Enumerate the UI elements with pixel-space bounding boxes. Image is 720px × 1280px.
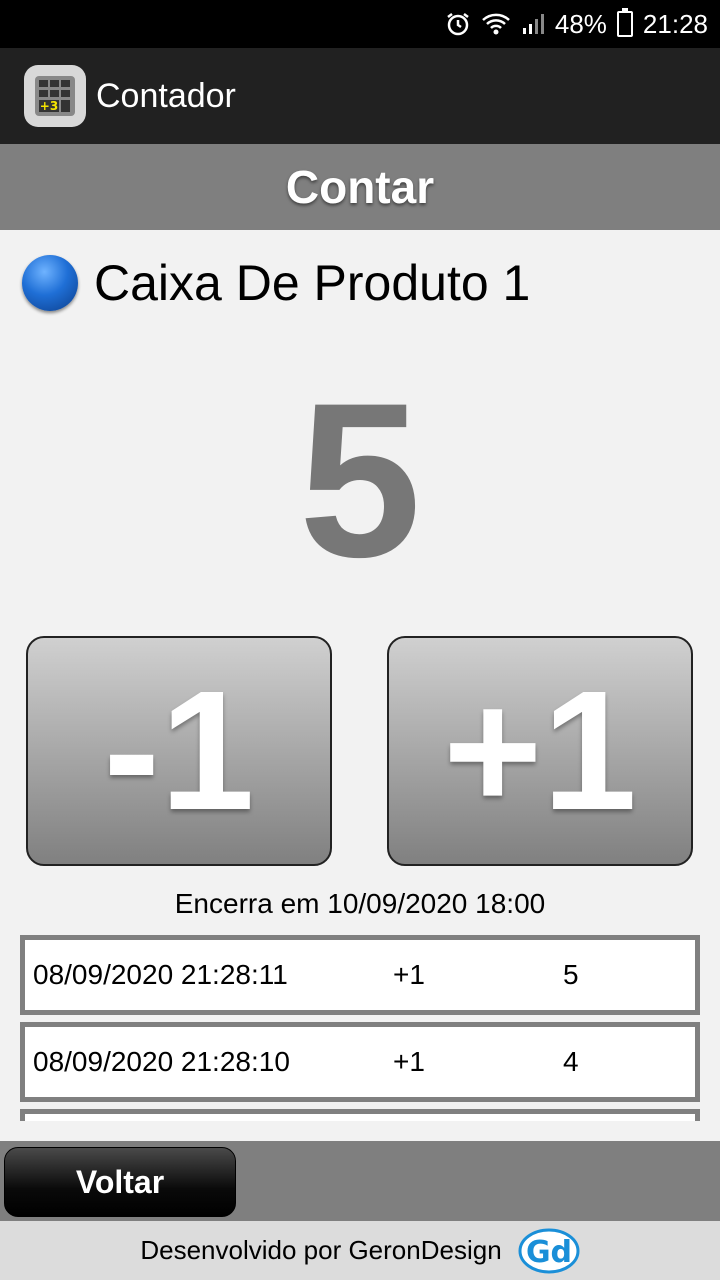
- back-button[interactable]: Voltar: [4, 1147, 236, 1217]
- item-color-dot: [22, 255, 78, 311]
- wifi-icon: [481, 11, 511, 37]
- battery-icon: [616, 8, 633, 37]
- history-total: 5: [563, 959, 579, 990]
- history-row: 08/09/2020 21:28:11 +1 5: [20, 935, 700, 1015]
- counter-value: 5: [298, 357, 422, 603]
- bottom-bar: Voltar: [0, 1141, 720, 1221]
- gerondesign-logo-icon[interactable]: Gd: [518, 1228, 580, 1274]
- footer: Desenvolvido por GeronDesign Gd: [0, 1221, 720, 1280]
- history-row: [20, 1109, 700, 1121]
- clock: 21:28: [642, 8, 708, 39]
- app-bar: +3 Contador: [0, 48, 720, 144]
- history-row: 08/09/2020 21:28:10 +1 4: [20, 1022, 700, 1102]
- footer-credit: Desenvolvido por GeronDesign: [140, 1235, 502, 1265]
- increment-button[interactable]: +1: [387, 636, 693, 866]
- history-delta: +1: [393, 1046, 425, 1077]
- history-datetime: 08/09/2020 21:28:10: [33, 1046, 290, 1077]
- status-bar: 48% 21:28: [0, 0, 720, 48]
- history-list[interactable]: 08/09/2020 21:28:11 +1 5 08/09/2020 21:2…: [20, 935, 700, 1121]
- counter-item: Caixa De Produto 1: [22, 252, 530, 314]
- decrement-button[interactable]: -1: [26, 636, 332, 866]
- history-datetime: 08/09/2020 21:28:11: [33, 959, 288, 990]
- history-total: 4: [563, 1046, 579, 1077]
- battery-percent: 48%: [554, 8, 607, 39]
- history-delta: +1: [393, 959, 425, 990]
- alarm-icon: [445, 11, 471, 37]
- app-title: Contador: [96, 76, 236, 115]
- svg-text:+3: +3: [40, 99, 58, 113]
- end-date-label: Encerra em 10/09/2020 18:00: [174, 888, 546, 919]
- signal-icon: [521, 12, 545, 36]
- item-name: Caixa De Produto 1: [94, 255, 531, 311]
- logo-text: Gd: [526, 1235, 572, 1270]
- section-title: Contar: [0, 144, 720, 230]
- app-logo-icon: +3: [24, 65, 86, 127]
